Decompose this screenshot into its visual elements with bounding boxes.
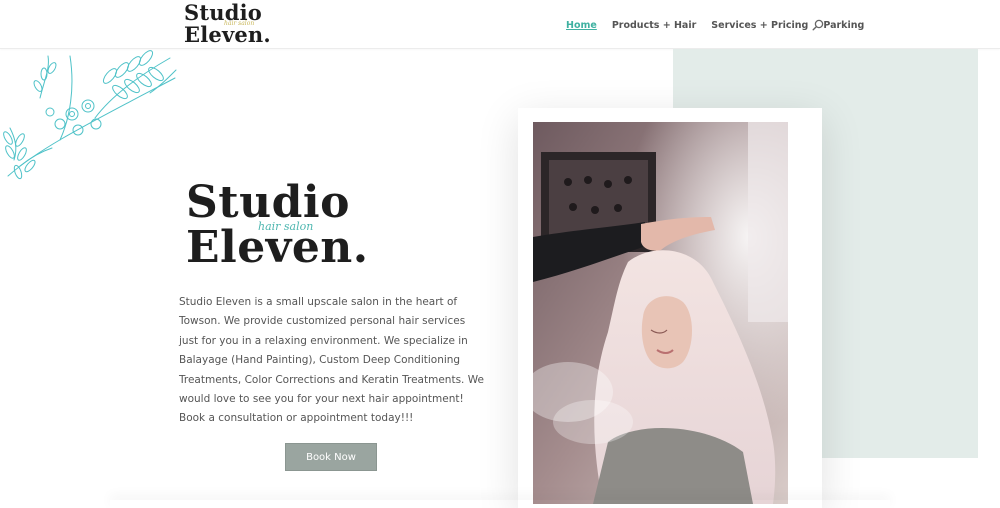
hero-logo: Studio hair salon Eleven. bbox=[186, 180, 369, 275]
hero-description: Studio Eleven is a small upscale salon i… bbox=[179, 296, 484, 425]
site-header: Studio hair salon Eleven. Home Products … bbox=[0, 0, 1000, 49]
nav-item-services-pricing[interactable]: Services + Pricing bbox=[711, 20, 808, 31]
header-logo[interactable]: Studio hair salon Eleven. bbox=[184, 2, 274, 46]
hero-logo-line2: Eleven. bbox=[186, 222, 369, 273]
search-icon[interactable] bbox=[812, 19, 824, 31]
botanical-illustration-icon bbox=[3, 50, 177, 180]
nav-item-parking[interactable]: Parking bbox=[823, 20, 864, 31]
section-bottom-shadow bbox=[110, 500, 890, 508]
nav-item-home[interactable]: Home bbox=[566, 20, 597, 31]
header-logo-line2: Eleven. bbox=[184, 22, 271, 47]
main-nav: Home Products + Hair Services + Pricing … bbox=[566, 18, 879, 32]
nav-item-products-hair[interactable]: Products + Hair bbox=[612, 20, 696, 31]
hero-photo bbox=[533, 122, 788, 504]
book-now-button[interactable]: Book Now bbox=[285, 443, 377, 471]
